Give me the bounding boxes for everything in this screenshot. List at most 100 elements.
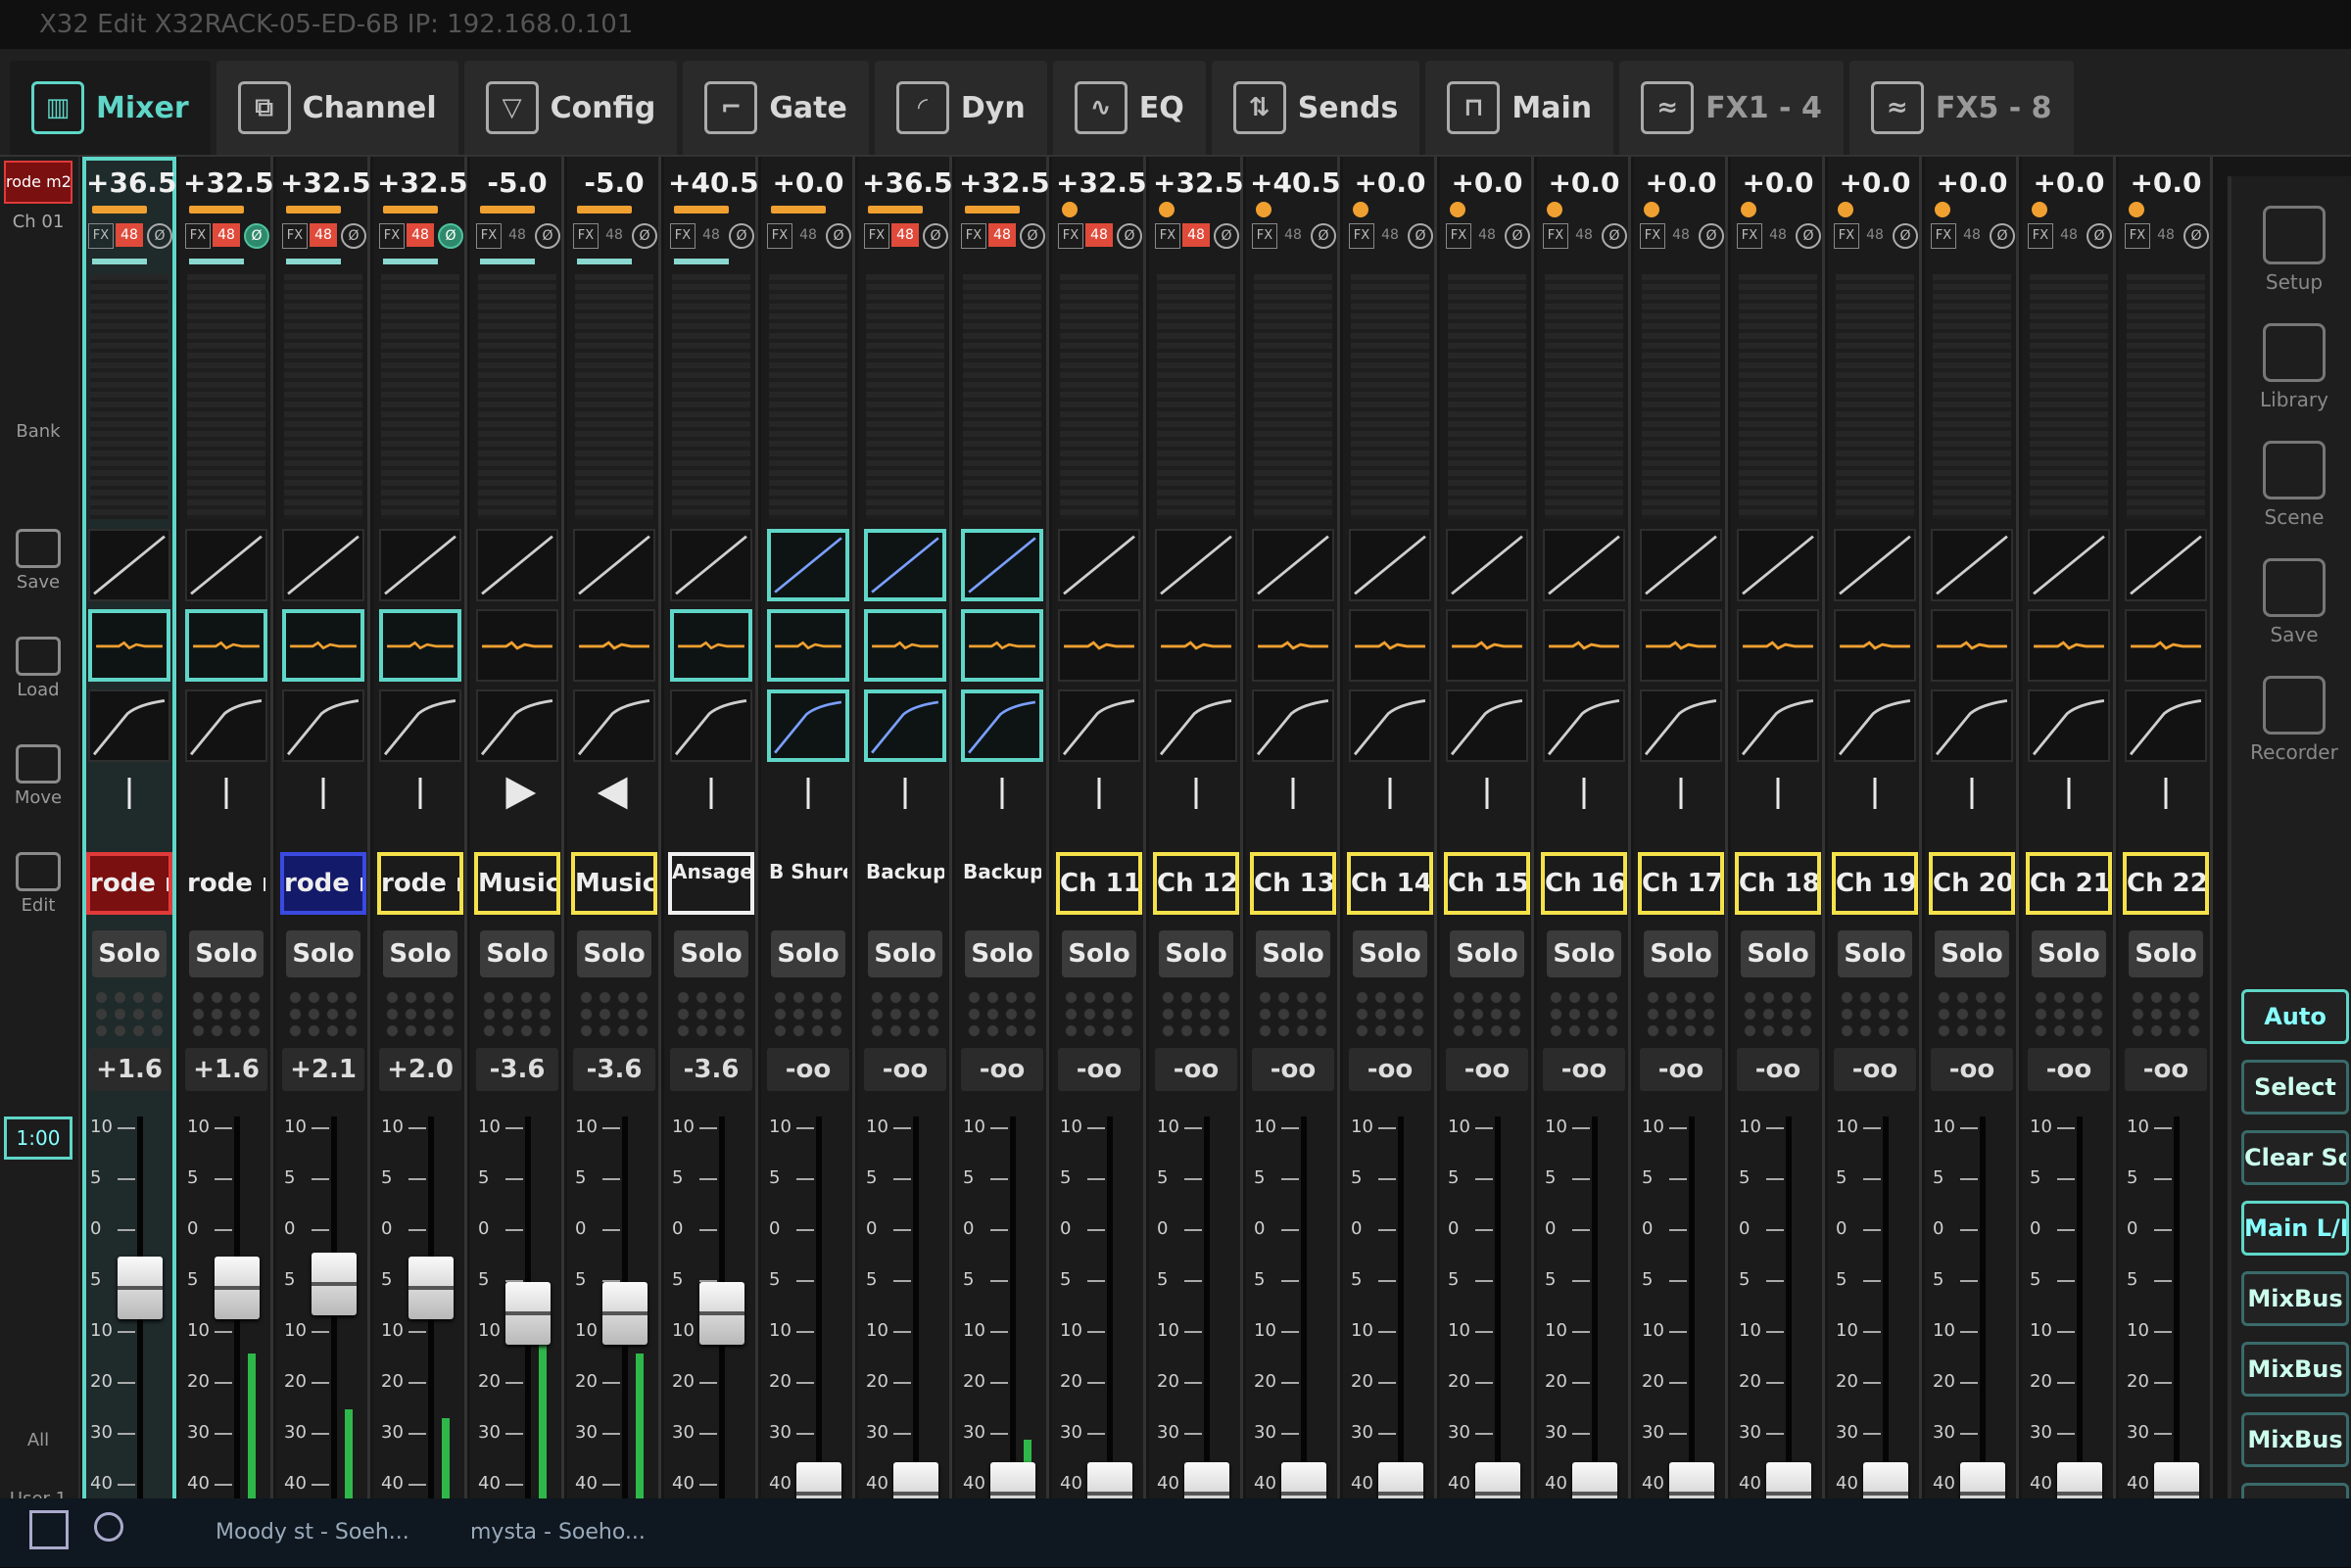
fader-cap[interactable] xyxy=(699,1282,744,1345)
fader-cap[interactable] xyxy=(215,1257,260,1319)
phase-invert-button[interactable]: Ø xyxy=(1505,223,1530,249)
phase-invert-button[interactable]: Ø xyxy=(2087,223,2112,249)
right-panel-button-main-l-r[interactable]: Main L/R xyxy=(2241,1201,2349,1256)
eq-curve[interactable] xyxy=(1349,609,1431,682)
gate-curve[interactable] xyxy=(1931,529,2013,601)
gate-curve[interactable] xyxy=(1058,529,1140,601)
right-panel-button-mixbus[interactable]: MixBus xyxy=(2241,1412,2349,1467)
right-panel-library[interactable]: Library xyxy=(2245,323,2343,411)
gate-curve[interactable] xyxy=(185,529,267,601)
right-panel-button-auto[interactable]: Auto xyxy=(2241,989,2349,1044)
pan-indicator[interactable] xyxy=(1751,774,1805,813)
phase-invert-button[interactable]: Ø xyxy=(1699,223,1724,249)
gain-value[interactable]: +32.5 xyxy=(959,166,1050,199)
pan-indicator[interactable] xyxy=(1847,774,1902,813)
gate-curve[interactable] xyxy=(2125,529,2207,601)
gate-curve[interactable] xyxy=(670,529,752,601)
eq-curve[interactable] xyxy=(1640,609,1722,682)
gate-curve[interactable] xyxy=(88,529,170,601)
pan-indicator[interactable] xyxy=(393,774,448,813)
pan-indicator[interactable] xyxy=(1169,774,1223,813)
eq-curve[interactable] xyxy=(1155,609,1237,682)
pan-indicator[interactable] xyxy=(1363,774,1417,813)
compressor-curve[interactable] xyxy=(1834,689,1916,762)
eq-curve[interactable] xyxy=(379,609,461,682)
pan-indicator[interactable] xyxy=(1266,774,1320,813)
solo-button[interactable]: Solo xyxy=(189,930,264,977)
eq-curve[interactable] xyxy=(1931,609,2013,682)
right-panel-button-mixbus[interactable]: MixBus xyxy=(2241,1342,2349,1397)
channel-name-button[interactable]: Ch 16 xyxy=(1541,852,1627,915)
gain-value[interactable]: +0.0 xyxy=(1638,166,1724,199)
fx-insert-button[interactable]: FX xyxy=(864,223,889,249)
compressor-curve[interactable] xyxy=(1349,689,1431,762)
compressor-curve[interactable] xyxy=(379,689,461,762)
gate-curve[interactable] xyxy=(2028,529,2110,601)
gate-curve[interactable] xyxy=(1834,529,1916,601)
gate-curve[interactable] xyxy=(1446,529,1528,601)
channel-name-button[interactable]: Ch 18 xyxy=(1735,852,1821,915)
tab-main[interactable]: ⊓ Main xyxy=(1425,61,1614,155)
fx-insert-button[interactable]: FX xyxy=(1640,223,1665,249)
phase-invert-button[interactable]: Ø xyxy=(729,223,754,249)
eq-curve[interactable] xyxy=(2125,609,2207,682)
channel-name-button[interactable]: Backup sm48 xyxy=(959,852,1045,915)
gate-curve[interactable] xyxy=(1737,529,1819,601)
pan-indicator[interactable] xyxy=(2138,774,2193,813)
pan-indicator[interactable] xyxy=(1557,774,1611,813)
tab-channel[interactable]: ⧉ Channel xyxy=(216,61,458,155)
taskbar-item[interactable]: Moody st - Soeh... xyxy=(216,1508,409,1557)
fx-insert-button[interactable]: FX xyxy=(476,223,502,249)
fader-cap[interactable] xyxy=(408,1257,454,1319)
channel-name-button[interactable]: rode m2 xyxy=(183,852,269,915)
phantom-48v-button[interactable]: 48 xyxy=(213,223,240,247)
fx-insert-button[interactable]: FX xyxy=(1931,223,1956,249)
compressor-curve[interactable] xyxy=(864,689,946,762)
gain-value[interactable]: +0.0 xyxy=(1929,166,2015,199)
gain-value[interactable]: +0.0 xyxy=(1735,166,1821,199)
phase-invert-button[interactable]: Ø xyxy=(341,223,366,249)
compressor-curve[interactable] xyxy=(88,689,170,762)
channel-name-button[interactable]: Ch 19 xyxy=(1832,852,1918,915)
channel-name-button[interactable]: Ch 11 xyxy=(1056,852,1142,915)
compressor-curve[interactable] xyxy=(1640,689,1722,762)
solo-button[interactable]: Solo xyxy=(674,930,748,977)
eq-curve[interactable] xyxy=(1446,609,1528,682)
right-panel-save[interactable]: Save xyxy=(2245,558,2343,646)
phantom-48v-button[interactable]: 48 xyxy=(1764,223,1792,247)
pan-indicator[interactable] xyxy=(296,774,351,813)
gain-value[interactable]: +0.0 xyxy=(2026,166,2112,199)
phase-invert-button[interactable]: Ø xyxy=(1214,223,1239,249)
fx-insert-button[interactable]: FX xyxy=(1446,223,1471,249)
phantom-48v-button[interactable]: 48 xyxy=(1085,223,1113,247)
phase-invert-button[interactable]: Ø xyxy=(826,223,851,249)
pan-indicator[interactable] xyxy=(199,774,254,813)
solo-button[interactable]: Solo xyxy=(1450,930,1524,977)
gain-value[interactable]: +32.5 xyxy=(280,166,371,199)
right-panel-button-mixbus[interactable]: MixBus xyxy=(2241,1271,2349,1326)
fx-insert-button[interactable]: FX xyxy=(1058,223,1083,249)
gate-curve[interactable] xyxy=(573,529,655,601)
gain-value[interactable]: +32.5 xyxy=(377,166,468,199)
gate-curve[interactable] xyxy=(282,529,364,601)
left-panel-load[interactable]: Load xyxy=(6,637,71,700)
fx-insert-button[interactable]: FX xyxy=(573,223,599,249)
gain-value[interactable]: +36.5 xyxy=(86,166,177,199)
phase-invert-button[interactable]: Ø xyxy=(244,223,269,249)
solo-button[interactable]: Solo xyxy=(965,930,1039,977)
phase-invert-button[interactable]: Ø xyxy=(1602,223,1627,249)
left-panel-move[interactable]: Move xyxy=(6,744,71,808)
solo-button[interactable]: Solo xyxy=(383,930,457,977)
eq-curve[interactable] xyxy=(767,609,849,682)
eq-curve[interactable] xyxy=(670,609,752,682)
phase-invert-button[interactable]: Ø xyxy=(1893,223,1918,249)
compressor-curve[interactable] xyxy=(2125,689,2207,762)
pan-indicator[interactable] xyxy=(2041,774,2096,813)
channel-name-button[interactable]: rode m2 xyxy=(280,852,366,915)
gate-curve[interactable] xyxy=(379,529,461,601)
phantom-48v-button[interactable]: 48 xyxy=(1279,223,1307,247)
channel-name-button[interactable]: Ch 22 xyxy=(2123,852,2209,915)
fader-cap[interactable] xyxy=(602,1282,648,1345)
fx-insert-button[interactable]: FX xyxy=(670,223,696,249)
compressor-curve[interactable] xyxy=(185,689,267,762)
